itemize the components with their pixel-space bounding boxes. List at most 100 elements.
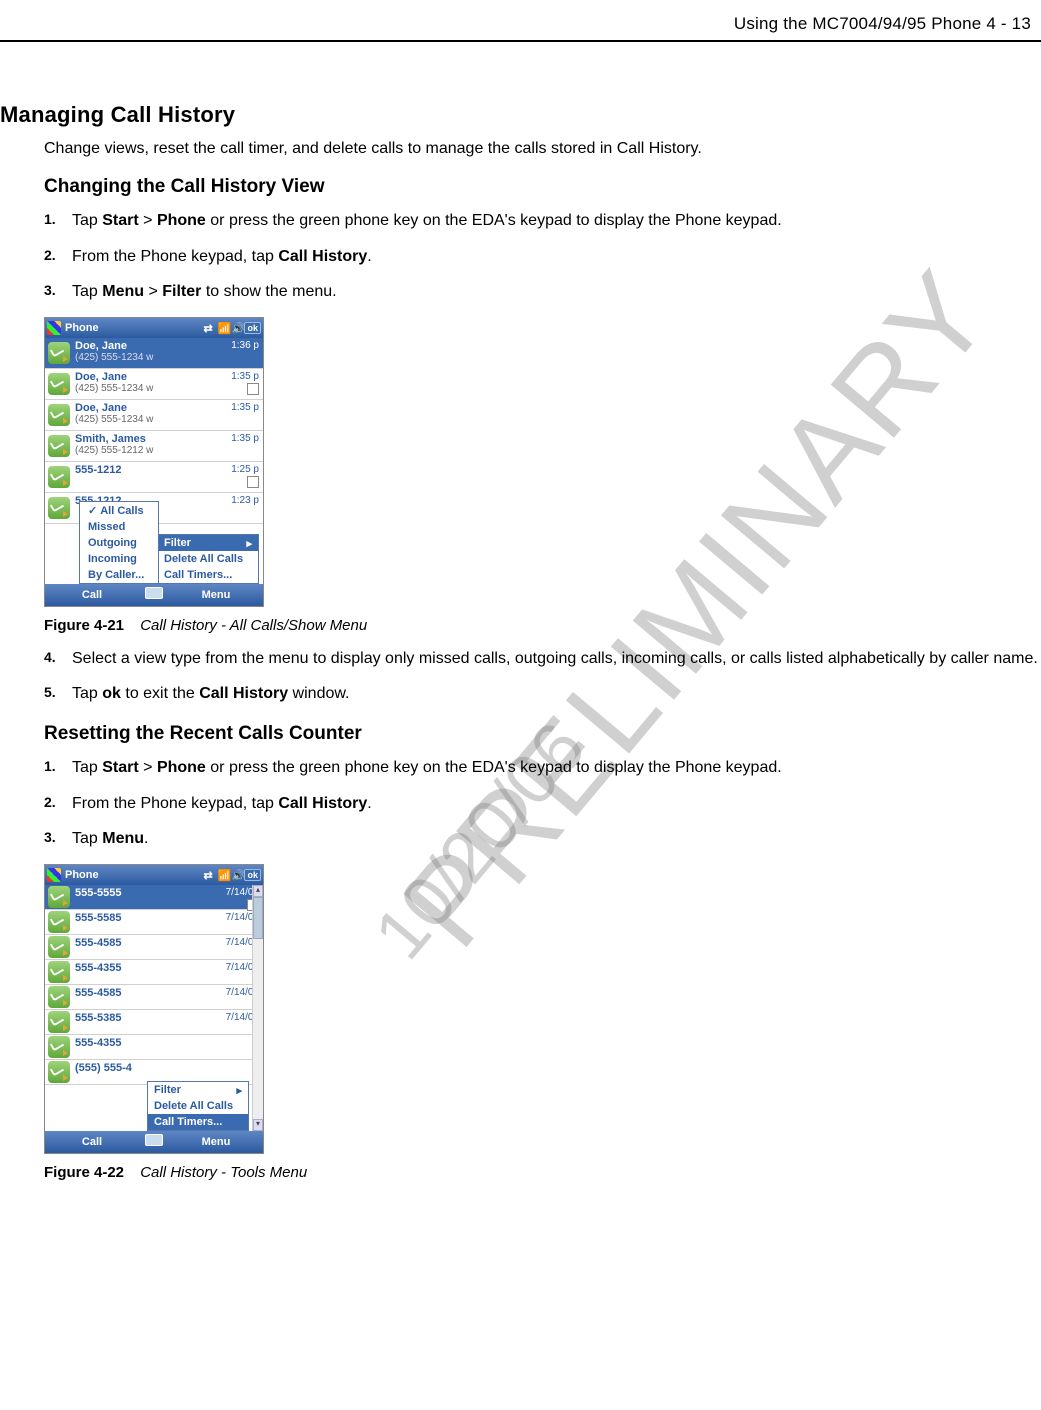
ui-phone: Phone	[157, 212, 206, 229]
menu-filter[interactable]: Filter▸	[158, 535, 258, 551]
ui-menu: Menu	[102, 283, 144, 300]
phone-softbar: Call Menu	[45, 1131, 263, 1153]
connectivity-icon: ⇄	[203, 869, 215, 881]
filter-missed[interactable]: Missed	[80, 519, 158, 535]
scrollbar[interactable]: ▴ ▾	[252, 885, 263, 1131]
figure-label: Figure 4-22	[44, 1164, 124, 1181]
volume-icon: 🔊	[231, 322, 243, 334]
call-history-row[interactable]: 555-4355	[45, 1035, 263, 1060]
figure-4-22-caption: Figure 4-22 Call History - Tools Menu	[44, 1164, 1041, 1181]
keyboard-icon	[145, 1134, 163, 1146]
keyboard-icon	[145, 587, 163, 599]
step-text: Tap	[72, 212, 102, 229]
call-direction-icon	[45, 369, 73, 399]
phone-softbar: Call Menu	[45, 584, 263, 606]
softkey-menu[interactable]: Menu	[169, 1136, 263, 1148]
call-entry-time: 1:35 p	[211, 400, 263, 430]
menu-call-timers[interactable]: Call Timers...	[158, 567, 258, 583]
step-1b: 1. Tap Start > Phone or press the green …	[44, 757, 1041, 779]
step-text: >	[144, 283, 162, 300]
call-direction-icon	[45, 960, 73, 984]
signal-icon: 📶	[217, 322, 229, 334]
step-text: From the Phone keypad, tap	[72, 248, 278, 265]
section-title: Managing Call History	[0, 102, 1041, 128]
phone-titlebar: Phone ⇄ 📶 🔊 ok	[45, 318, 263, 338]
phone-mock-2: Phone ⇄ 📶 🔊 ok 555-55557/14/05555-55857/…	[44, 864, 264, 1154]
start-flag-icon[interactable]	[47, 321, 61, 335]
scroll-down-icon[interactable]: ▾	[253, 1119, 263, 1131]
menu-delete-all[interactable]: Delete All Calls	[158, 551, 258, 567]
scroll-thumb[interactable]	[253, 897, 263, 939]
call-direction-icon	[45, 985, 73, 1009]
call-history-row[interactable]: 555-53857/14/05	[45, 1010, 263, 1035]
phone-mock-1: Phone ⇄ 📶 🔊 ok Doe, Jane(425) 555-1234 w…	[44, 317, 264, 607]
step-3: 3. Tap Menu > Filter to show the menu.	[44, 281, 1041, 303]
call-entry-number: (425) 555-1212 w	[75, 445, 209, 456]
volume-icon: 🔊	[231, 869, 243, 881]
signal-icon: 📶	[217, 869, 229, 881]
call-history-row[interactable]: Doe, Jane(425) 555-1234 w1:35 p	[45, 400, 263, 431]
call-history-row[interactable]: 555-12121:25 p	[45, 462, 263, 493]
call-history-row[interactable]: Doe, Jane(425) 555-1234 w1:35 p	[45, 369, 263, 400]
step-1: 1. Tap Start > Phone or press the green …	[44, 210, 1041, 232]
menu-call-timers[interactable]: Call Timers...	[148, 1114, 248, 1130]
check-icon: ✓	[88, 505, 97, 517]
menu-filter[interactable]: Filter▸	[148, 1082, 248, 1098]
note-icon	[247, 476, 259, 488]
ok-button[interactable]: ok	[244, 322, 261, 334]
softkey-keyboard[interactable]	[139, 587, 169, 602]
call-entry-text: Doe, Jane(425) 555-1234 w	[73, 369, 211, 399]
ui-call-history: Call History	[278, 248, 367, 265]
call-history-row[interactable]: 555-45857/14/05	[45, 985, 263, 1010]
step-text: window.	[288, 685, 349, 702]
step-text: Tap	[72, 830, 102, 847]
filter-incoming[interactable]: Incoming	[80, 551, 158, 567]
call-entry-number: (425) 555-1234 w	[75, 383, 209, 394]
menu-delete-all[interactable]: Delete All Calls	[148, 1098, 248, 1114]
step-text: to show the menu.	[201, 283, 336, 300]
subsection-resetting-counter: Resetting the Recent Calls Counter	[44, 723, 1041, 745]
ok-button[interactable]: ok	[244, 869, 261, 881]
call-entry-name: Doe, Jane	[75, 371, 209, 383]
call-direction-icon	[45, 885, 73, 909]
call-entry-text: 555-5555	[73, 885, 211, 909]
softkey-keyboard[interactable]	[139, 1134, 169, 1149]
call-entry-name: 555-4585	[75, 987, 209, 999]
call-history-row[interactable]: 555-55557/14/05	[45, 885, 263, 910]
call-entry-text: 555-1212	[73, 462, 211, 492]
filter-outgoing[interactable]: Outgoing	[80, 535, 158, 551]
call-history-row[interactable]: 555-43557/14/05	[45, 960, 263, 985]
step-text: .	[367, 795, 371, 812]
softkey-menu[interactable]: Menu	[169, 589, 263, 601]
call-entry-time: 1:23 p	[211, 493, 263, 523]
ui-ok: ok	[102, 685, 121, 702]
call-history-row[interactable]: Doe, Jane(425) 555-1234 w1:36 p	[45, 338, 263, 369]
step-2b: 2. From the Phone keypad, tap Call Histo…	[44, 793, 1041, 815]
call-entry-time: 1:35 p	[211, 431, 263, 461]
call-history-row[interactable]: 555-45857/14/05	[45, 935, 263, 960]
ui-filter: Filter	[162, 283, 201, 300]
call-entry-name: 555-5585	[75, 912, 209, 924]
filter-by-caller[interactable]: By Caller...	[80, 567, 158, 583]
call-entry-name: Smith, James	[75, 433, 209, 445]
softkey-call[interactable]: Call	[45, 589, 139, 601]
softkey-call[interactable]: Call	[45, 1136, 139, 1148]
phone-title: Phone	[65, 869, 99, 881]
context-menu: Filter▸ Delete All Calls Call Timers...	[147, 1081, 249, 1131]
call-history-row[interactable]: 555-55857/14/05	[45, 910, 263, 935]
running-head: Using the MC7004/94/95 Phone 4 - 13	[0, 14, 1041, 40]
call-entry-number: (425) 555-1234 w	[75, 414, 209, 425]
phone-titlebar: Phone ⇄ 📶 🔊 ok	[45, 865, 263, 885]
call-entry-text: 555-5385	[73, 1010, 211, 1034]
figure-title: Call History - All Calls/Show Menu	[140, 617, 367, 634]
scroll-up-icon[interactable]: ▴	[253, 885, 263, 897]
step-2: 2. From the Phone keypad, tap Call Histo…	[44, 246, 1041, 268]
call-entry-text: 555-4585	[73, 935, 211, 959]
call-history-row[interactable]: Smith, James(425) 555-1212 w1:35 p	[45, 431, 263, 462]
step-text: .	[367, 248, 371, 265]
filter-all-calls[interactable]: ✓All Calls	[80, 502, 158, 519]
call-direction-icon	[45, 493, 73, 523]
call-entry-text: 555-4355	[73, 1035, 211, 1059]
start-flag-icon[interactable]	[47, 868, 61, 882]
phone-title: Phone	[65, 322, 99, 334]
